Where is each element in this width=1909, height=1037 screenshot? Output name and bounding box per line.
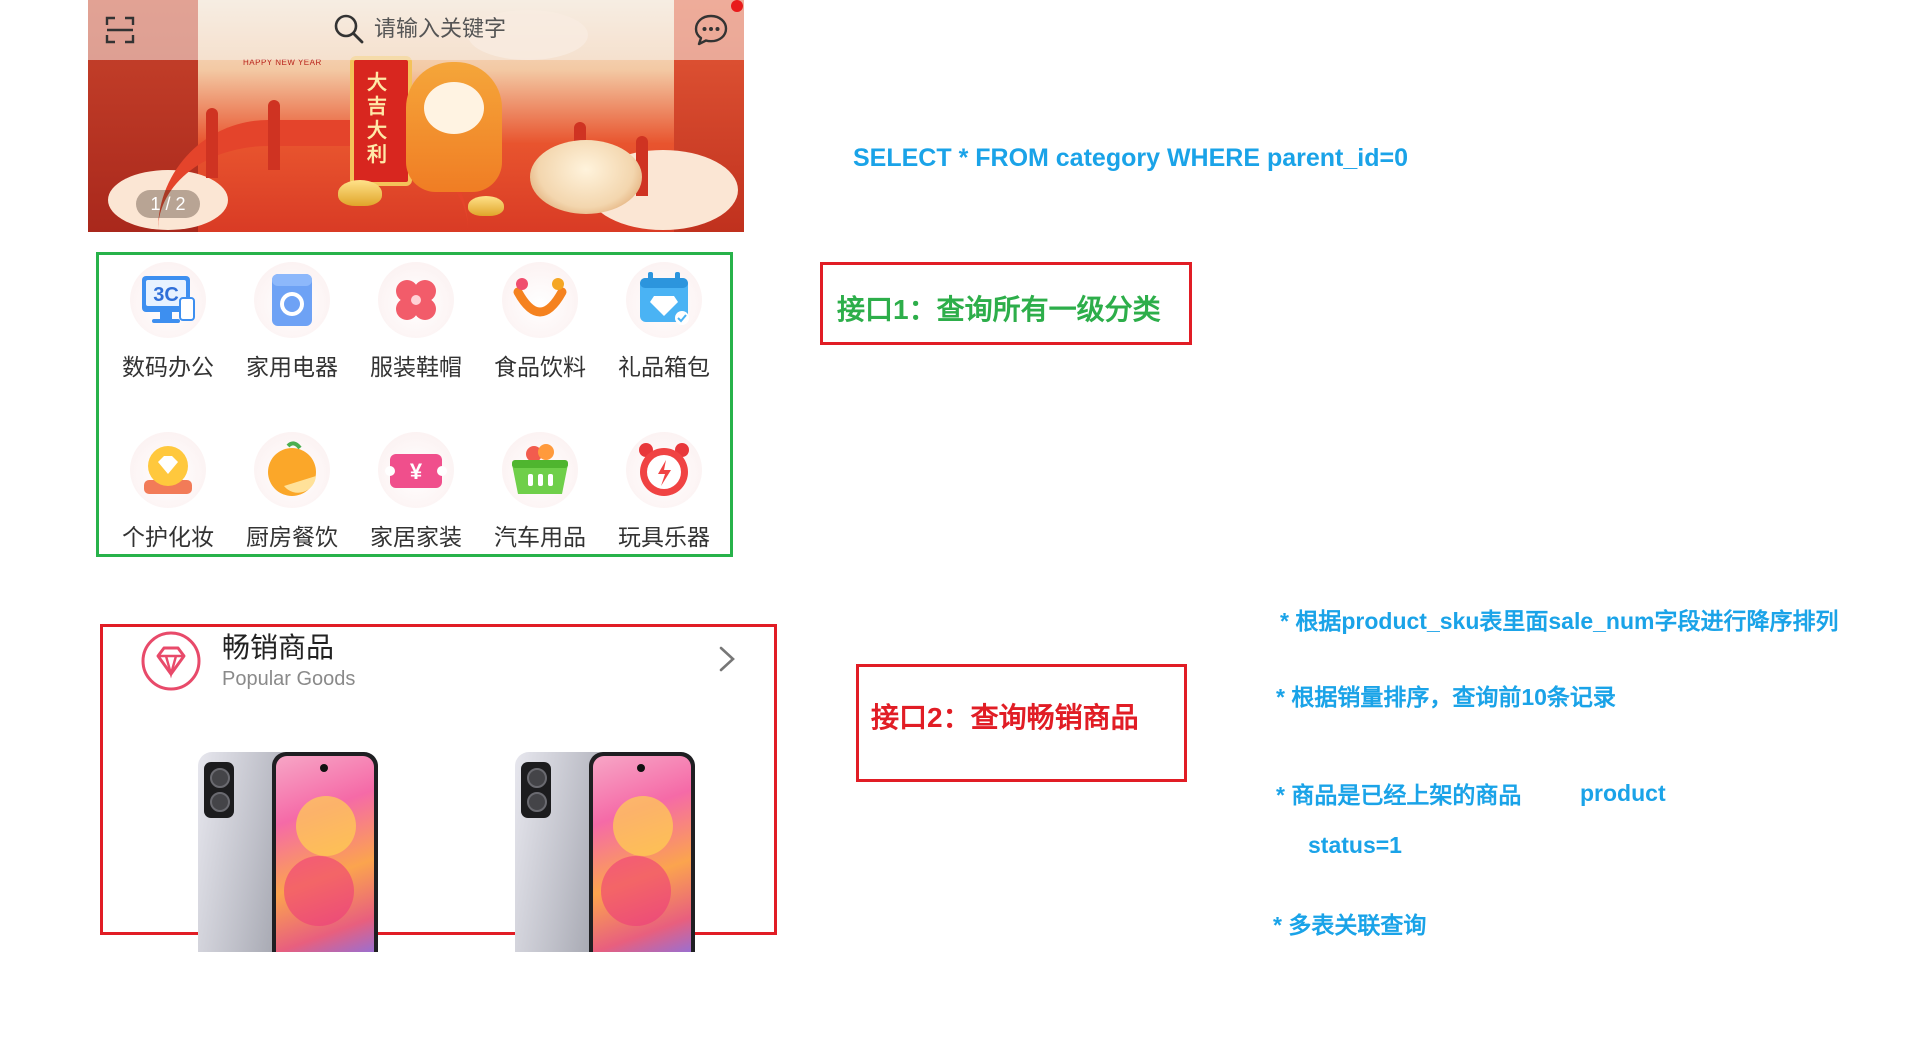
camera-lens bbox=[527, 792, 547, 812]
diamond-cushion-icon bbox=[130, 432, 206, 508]
api2-label: 接口2：查询畅销商品 bbox=[871, 702, 1139, 733]
note-product-table: product bbox=[1580, 780, 1666, 806]
category-label: 服装鞋帽 bbox=[370, 354, 462, 380]
category-item[interactable]: 玩具乐器 bbox=[602, 432, 726, 552]
api1-label: 接口1：查询所有一级分类 bbox=[837, 294, 1161, 325]
category-label: 玩具乐器 bbox=[618, 524, 710, 550]
category-item[interactable]: 个护化妆 bbox=[106, 432, 230, 552]
category-item[interactable]: 服装鞋帽 bbox=[354, 262, 478, 382]
popular-goods-subtitle: Popular Goods bbox=[222, 668, 356, 690]
scan-icon[interactable] bbox=[104, 14, 136, 46]
category-item[interactable]: 3C 数码办公 bbox=[106, 262, 230, 382]
banner-scroll-text: 大吉大利 bbox=[367, 70, 387, 166]
phone-camera bbox=[204, 762, 234, 818]
product-image[interactable] bbox=[198, 752, 378, 952]
screen-blob bbox=[296, 796, 356, 856]
note-top-10: * 根据销量排序，查询前10条记录 bbox=[1276, 684, 1616, 710]
category-label: 汽车用品 bbox=[494, 524, 586, 550]
banner-ingot bbox=[338, 180, 382, 206]
category-label: 厨房餐饮 bbox=[246, 524, 338, 550]
camera-lens bbox=[210, 792, 230, 812]
camera-lens bbox=[527, 768, 547, 788]
category-label: 数码办公 bbox=[122, 354, 214, 380]
banner-pillar bbox=[268, 100, 280, 170]
message-icon[interactable] bbox=[693, 12, 729, 48]
notification-dot bbox=[731, 0, 743, 12]
svg-text:3C: 3C bbox=[153, 284, 179, 306]
screen-blob bbox=[284, 856, 354, 926]
basket-icon bbox=[502, 432, 578, 508]
category-label: 食品饮料 bbox=[494, 354, 586, 380]
yen-ticket-icon: ¥ bbox=[378, 432, 454, 508]
category-item[interactable]: 家用电器 bbox=[230, 262, 354, 382]
banner-page-counter: 1 / 2 bbox=[136, 190, 200, 218]
orange-icon bbox=[254, 432, 330, 508]
calendar-gift-icon bbox=[626, 262, 702, 338]
category-label: 个护化妆 bbox=[122, 524, 214, 550]
phone-screen bbox=[593, 756, 691, 952]
category-item[interactable]: ¥ 家居家装 bbox=[354, 432, 478, 552]
note-join-query: * 多表关联查询 bbox=[1273, 912, 1427, 938]
screen-blob bbox=[601, 856, 671, 926]
category-item[interactable]: 汽车用品 bbox=[478, 432, 602, 552]
category-item[interactable]: 礼品箱包 bbox=[602, 262, 726, 382]
search-input[interactable]: 请输入关键字 bbox=[374, 14, 506, 44]
popular-goods-title: 畅销商品 bbox=[222, 632, 335, 663]
diamond-icon bbox=[141, 631, 201, 691]
camera-lens bbox=[210, 768, 230, 788]
note-status: status=1 bbox=[1308, 832, 1402, 858]
phone-screen bbox=[276, 756, 374, 952]
category-item[interactable]: 厨房餐饮 bbox=[230, 432, 354, 552]
category-label: 礼品箱包 bbox=[618, 354, 710, 380]
front-camera bbox=[320, 764, 328, 772]
banner-tiger-face bbox=[424, 82, 484, 134]
category-label: 家用电器 bbox=[246, 354, 338, 380]
3c-computer-icon: 3C bbox=[130, 262, 206, 338]
svg-text:¥: ¥ bbox=[410, 459, 423, 484]
note-sort-by-sale-num: * 根据product_sku表里面sale_num字段进行降序排列 bbox=[1280, 608, 1839, 634]
chevron-right-icon[interactable] bbox=[716, 644, 738, 674]
category-label: 家居家装 bbox=[370, 524, 462, 550]
screen-blob bbox=[613, 796, 673, 856]
smile-cup-icon bbox=[502, 262, 578, 338]
front-camera bbox=[637, 764, 645, 772]
sql-annotation: SELECT * FROM category WHERE parent_id=0 bbox=[853, 144, 1408, 172]
washing-machine-icon bbox=[254, 262, 330, 338]
banner-pillar bbox=[206, 108, 218, 178]
alarm-clock-icon bbox=[626, 432, 702, 508]
search-icon[interactable] bbox=[333, 13, 365, 45]
phone-camera bbox=[521, 762, 551, 818]
note-on-shelf: * 商品是已经上架的商品 bbox=[1276, 782, 1522, 808]
product-image[interactable] bbox=[515, 752, 695, 952]
banner-drum bbox=[530, 140, 642, 214]
clover-icon bbox=[378, 262, 454, 338]
category-item[interactable]: 食品饮料 bbox=[478, 262, 602, 382]
banner-ingot bbox=[468, 196, 504, 216]
